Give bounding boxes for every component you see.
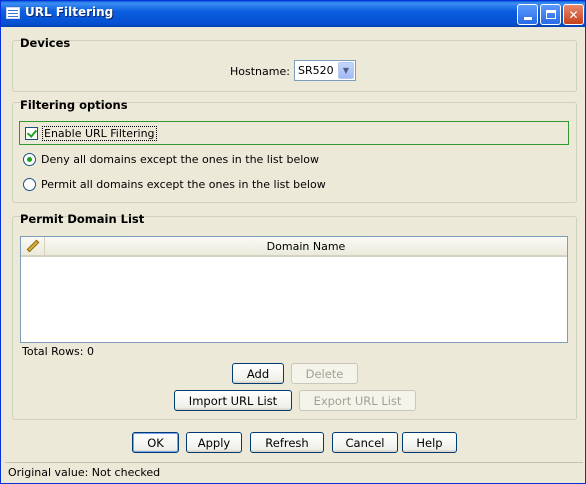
total-rows: Total Rows: 0 — [22, 345, 94, 358]
hostname-select[interactable]: SR520 ▼ — [294, 60, 356, 81]
chevron-down-icon[interactable]: ▼ — [338, 62, 354, 79]
minimize-icon — [523, 17, 532, 20]
close-button[interactable]: ✕ — [563, 4, 584, 25]
help-button[interactable]: Help — [402, 432, 457, 453]
edit-column-header[interactable] — [21, 237, 45, 255]
hostname-value: SR520 — [298, 64, 334, 77]
permit-list-heading: Permit Domain List — [20, 212, 145, 226]
enable-url-filtering-label[interactable]: Enable URL Filtering — [42, 125, 157, 141]
cancel-button[interactable]: Cancel — [332, 432, 398, 453]
enable-url-filtering-row[interactable]: Enable URL Filtering — [19, 121, 569, 145]
table-header: Domain Name — [21, 237, 567, 257]
add-button[interactable]: Add — [232, 363, 284, 384]
devices-heading: Devices — [20, 36, 71, 50]
export-url-list-button[interactable]: Export URL List — [299, 390, 416, 411]
permit-all-label[interactable]: Permit all domains except the ones in th… — [41, 178, 326, 191]
minimize-button[interactable] — [517, 4, 538, 25]
close-icon: ✕ — [568, 7, 579, 22]
title-bar[interactable]: URL Filtering ✕ — [1, 1, 585, 27]
window-icon — [6, 7, 20, 19]
window-title: URL Filtering — [25, 5, 114, 19]
deny-all-label[interactable]: Deny all domains except the ones in the … — [41, 153, 319, 166]
ok-button[interactable]: OK — [132, 432, 179, 453]
maximize-button[interactable] — [540, 4, 561, 25]
status-bar: Original value: Not checked — [5, 462, 583, 482]
maximize-icon — [545, 10, 556, 19]
hostname-label: Hostname: — [230, 65, 290, 78]
deny-all-radio-row[interactable]: Deny all domains except the ones in the … — [23, 153, 319, 166]
import-url-list-button[interactable]: Import URL List — [174, 390, 292, 411]
domain-table[interactable]: Domain Name — [20, 236, 568, 343]
deny-all-radio[interactable] — [23, 153, 36, 166]
apply-button[interactable]: Apply — [186, 432, 242, 453]
permit-all-radio[interactable] — [23, 178, 36, 191]
filtering-heading: Filtering options — [20, 98, 128, 112]
url-filtering-window: URL Filtering ✕ Devices Hostname: SR520 … — [0, 0, 586, 484]
enable-url-filtering-checkbox[interactable] — [25, 126, 38, 140]
delete-button[interactable]: Delete — [291, 363, 358, 384]
pencil-icon — [26, 239, 39, 253]
refresh-button[interactable]: Refresh — [250, 432, 324, 453]
permit-all-radio-row[interactable]: Permit all domains except the ones in th… — [23, 178, 326, 191]
domain-name-column-header[interactable]: Domain Name — [45, 237, 567, 255]
